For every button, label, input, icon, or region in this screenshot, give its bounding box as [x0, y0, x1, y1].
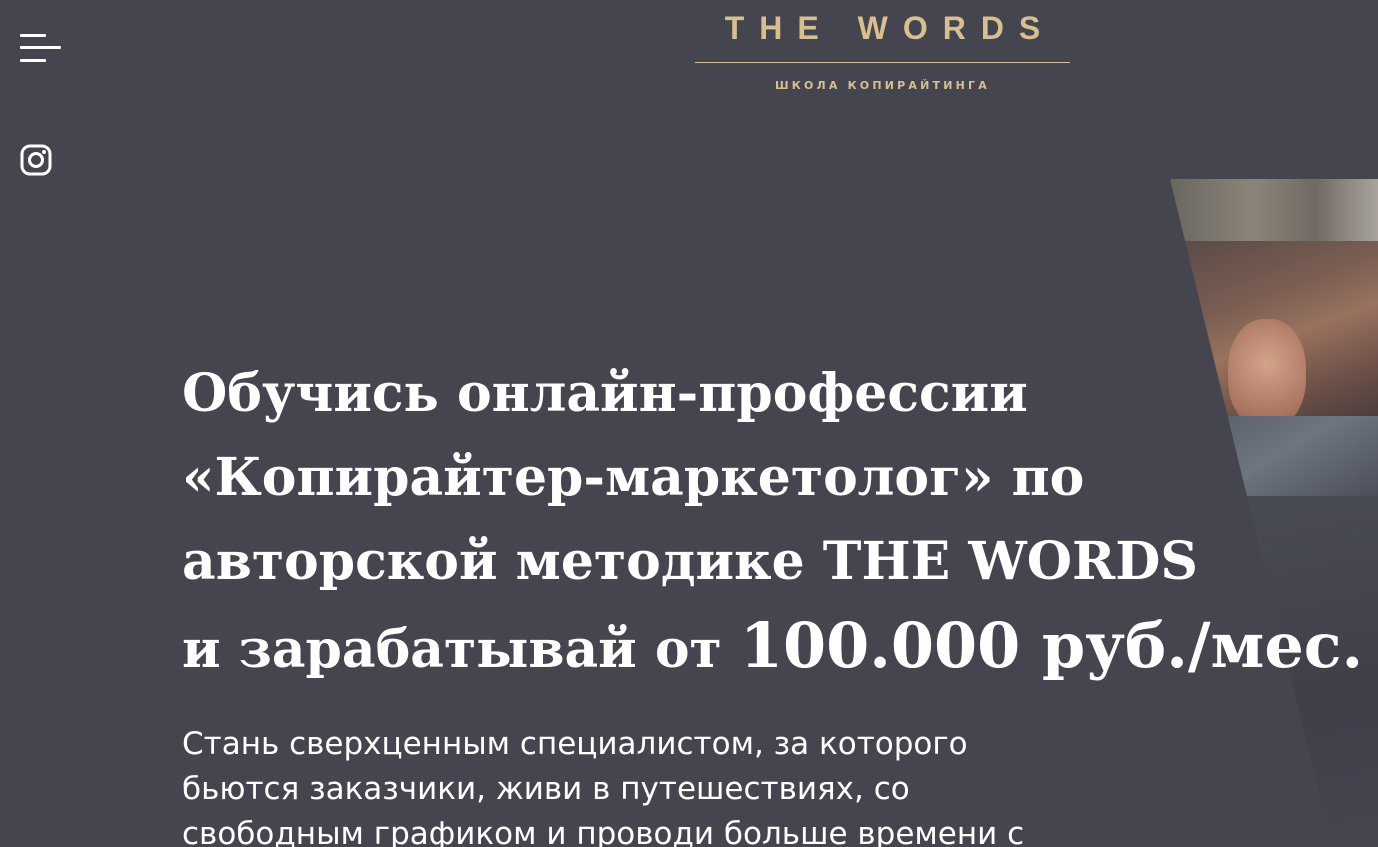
menu-line	[20, 59, 46, 62]
logo-title: THE WORDS	[724, 10, 1056, 46]
logo-subtitle: ШКОЛА КОПИРАЙТИНГА	[775, 79, 990, 92]
photo-strip	[1170, 179, 1378, 241]
headline-prefix: и зарабатывай от	[182, 619, 722, 680]
lead-line: Стань сверхценным специалистом, за котор…	[182, 726, 968, 762]
logo-divider	[695, 62, 1070, 63]
lead-line: свободным графиком и проводи больше врем…	[182, 816, 1025, 847]
headline-line: и зарабатывай от 100.000 руб./мес.	[182, 604, 1364, 692]
hero-lead-text: Стань сверхценным специалистом, за котор…	[182, 722, 1142, 847]
headline-line: Обучись онлайн-профессии	[182, 363, 1028, 424]
menu-line	[20, 34, 46, 37]
headline-line: авторской методике THE WORDS	[182, 531, 1198, 592]
site-logo[interactable]: THE WORDS ШКОЛА КОПИРАЙТИНГА	[695, 10, 1070, 92]
instagram-icon[interactable]	[20, 144, 52, 176]
headline-line: «Копирайтер-маркетолог» по	[182, 447, 1085, 508]
menu-line	[20, 46, 61, 49]
hero-headline: Обучись онлайн-профессии «Копирайтер-мар…	[182, 352, 1364, 692]
headline-amount: 100.000 руб./мес.	[739, 609, 1364, 682]
hamburger-menu-icon[interactable]	[20, 34, 64, 66]
lead-line: бьются заказчики, живи в путешествиях, с…	[182, 771, 910, 807]
